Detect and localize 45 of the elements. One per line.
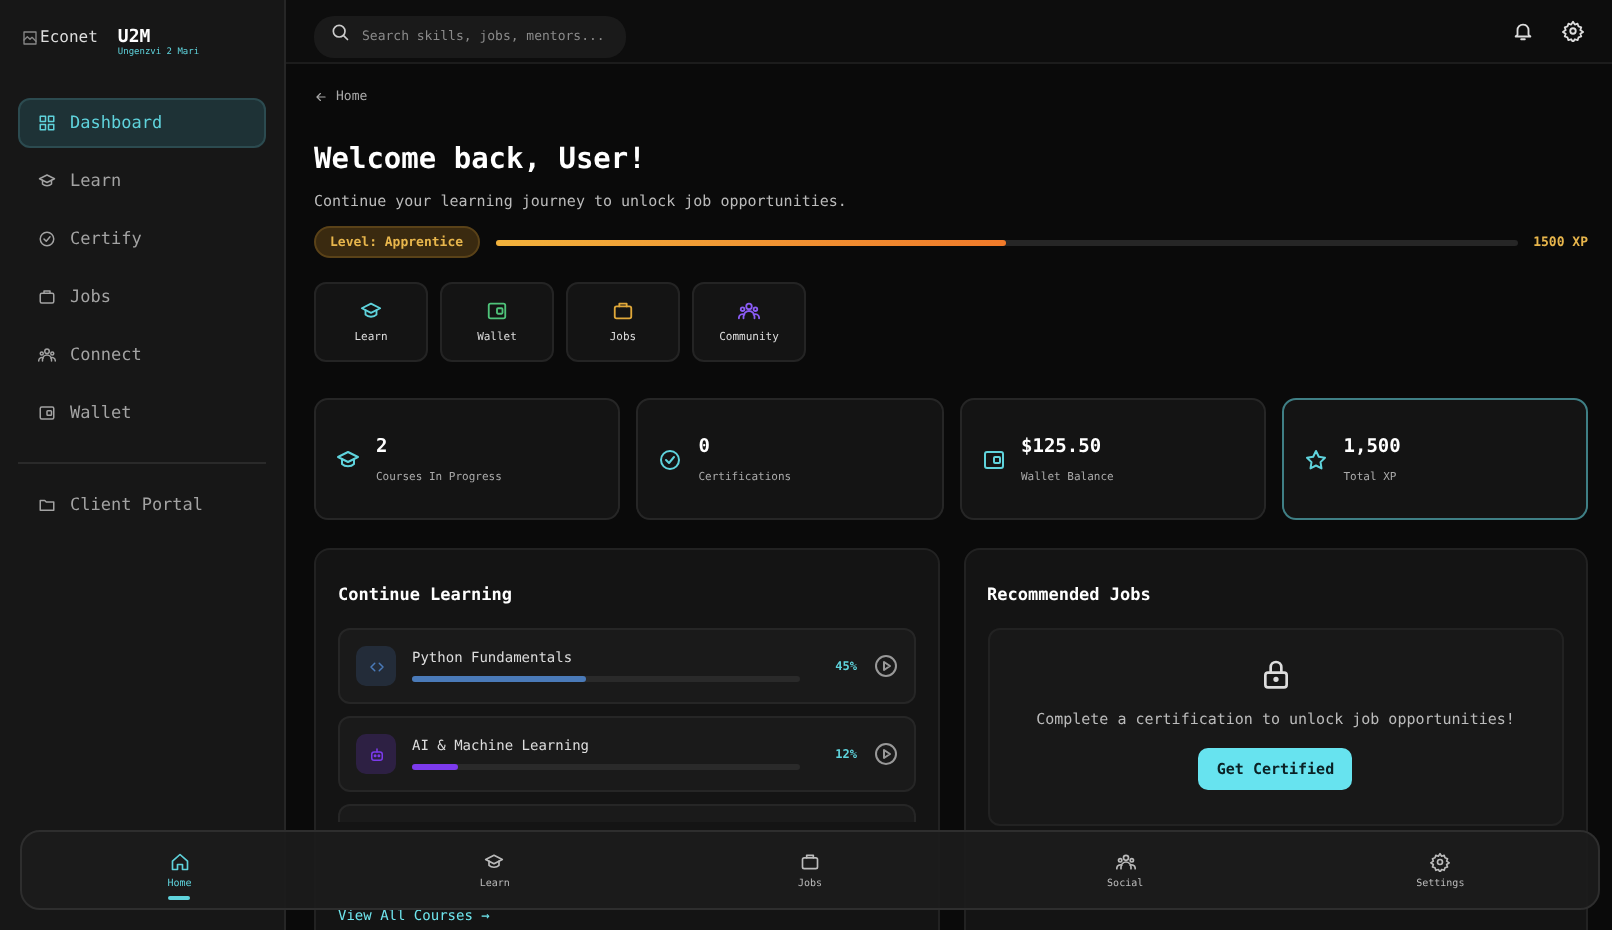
star-icon (1303, 447, 1328, 471)
logo-alt-text: Econet (22, 28, 98, 46)
bell-icon (1512, 20, 1534, 42)
sidebar-item[interactable]: Certify (18, 214, 266, 264)
broken-image-icon (22, 29, 38, 45)
briefcase-icon (799, 851, 820, 871)
graduation-cap-icon (336, 447, 360, 471)
settings-icon (1562, 20, 1584, 42)
wallet-icon (981, 447, 1005, 471)
people-icon (38, 346, 56, 364)
sidebar-item[interactable]: Jobs (18, 272, 266, 322)
briefcase-icon (38, 288, 56, 306)
dashboard-icon (38, 114, 56, 132)
stat-value: 1,500 (1343, 435, 1401, 457)
wallet-icon (38, 404, 56, 422)
play-button[interactable] (873, 742, 897, 766)
page-heading: Welcome back, User! (314, 144, 648, 176)
sidebar-item[interactable]: Client Portal (18, 480, 266, 530)
sidebar-item[interactable]: Dashboard (18, 98, 266, 148)
stat-value: 2 (376, 435, 390, 457)
active-indicator (168, 896, 191, 900)
play-icon (873, 742, 897, 766)
settings-button[interactable] (1562, 20, 1584, 42)
check-badge-icon (658, 447, 683, 471)
graduation-cap-icon (484, 851, 505, 871)
stat-value: $125.50 (1021, 435, 1104, 457)
lock-icon (1259, 658, 1292, 690)
people-icon (1115, 851, 1136, 871)
stat-value: 0 (698, 435, 712, 457)
play-icon (873, 654, 897, 678)
search-icon (330, 21, 350, 41)
sidebar-item[interactable]: Wallet (18, 388, 266, 438)
play-button[interactable] (873, 654, 897, 678)
brand-name: U2M (117, 28, 151, 48)
panel-title: Continue Learning (338, 586, 514, 606)
sidebar-item[interactable]: Connect (18, 330, 266, 380)
check-badge-icon (38, 230, 56, 248)
folder-icon (38, 496, 56, 514)
settings-icon (1430, 851, 1451, 871)
panel-title: Recommended Jobs (987, 586, 1153, 606)
sidebar-item[interactable]: Learn (18, 156, 266, 206)
graduation-cap-icon (38, 172, 56, 190)
back-arrow-icon (314, 89, 328, 103)
notifications-button[interactable] (1512, 20, 1534, 42)
home-icon (169, 851, 190, 871)
